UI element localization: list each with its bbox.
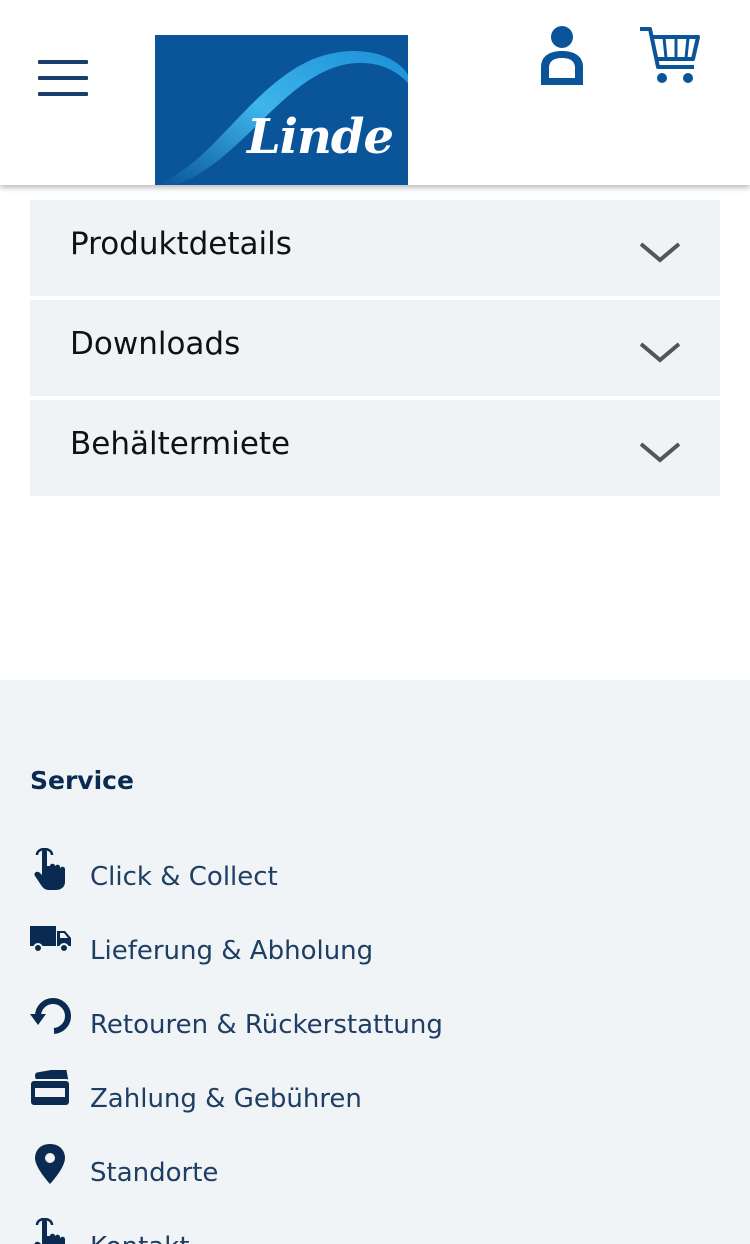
accordion-produktdetails[interactable]: Produktdetails: [30, 200, 720, 296]
accordion-label: Downloads: [70, 326, 241, 362]
service-link-label: Kontakt: [90, 1232, 190, 1244]
service-links: Click & Collect Lieferung & Abholung Ret…: [30, 848, 730, 1244]
accordion-behaeltermiete[interactable]: Behältermiete: [30, 400, 720, 496]
linde-logo[interactable]: Linde: [155, 35, 408, 185]
hand-pointer-icon: [34, 848, 65, 890]
chevron-down-icon: [639, 242, 681, 263]
service-link-label: Retouren & Rückerstattung: [90, 1010, 443, 1040]
service-link-click-collect[interactable]: Click & Collect: [30, 848, 730, 922]
service-link-retouren[interactable]: Retouren & Rückerstattung: [30, 996, 730, 1070]
accordion-downloads[interactable]: Downloads: [30, 300, 720, 396]
logo-wordmark: Linde: [247, 109, 394, 165]
accordion-label: Produktdetails: [70, 226, 292, 262]
service-link-label: Click & Collect: [90, 862, 278, 892]
chevron-down-icon: [639, 342, 681, 363]
chevron-down-icon: [639, 442, 681, 463]
hand-pointer-icon: [34, 1218, 65, 1244]
cart-icon[interactable]: [638, 25, 702, 85]
service-footer: Service Click & Collect Lieferung & Abho…: [0, 680, 750, 1244]
site-header: Linde: [0, 0, 750, 185]
product-accordion: Produktdetails Downloads Behältermiete: [30, 200, 720, 500]
service-link-kontakt[interactable]: Kontakt: [30, 1218, 730, 1244]
service-link-lieferung[interactable]: Lieferung & Abholung: [30, 922, 730, 996]
footer-section-title: Service: [30, 766, 134, 795]
service-link-label: Lieferung & Abholung: [90, 936, 374, 966]
hamburger-menu-icon[interactable]: [38, 60, 88, 100]
service-link-zahlung[interactable]: Zahlung & Gebühren: [30, 1070, 730, 1144]
user-icon[interactable]: [538, 25, 586, 87]
service-link-standorte[interactable]: Standorte: [30, 1144, 730, 1218]
truck-icon: [30, 926, 71, 953]
accordion-label: Behältermiete: [70, 426, 291, 462]
service-link-label: Standorte: [90, 1158, 219, 1188]
undo-icon: [30, 998, 71, 1034]
service-link-label: Zahlung & Gebühren: [90, 1084, 362, 1114]
credit-card-icon: [30, 1070, 71, 1107]
map-pin-icon: [35, 1144, 65, 1184]
